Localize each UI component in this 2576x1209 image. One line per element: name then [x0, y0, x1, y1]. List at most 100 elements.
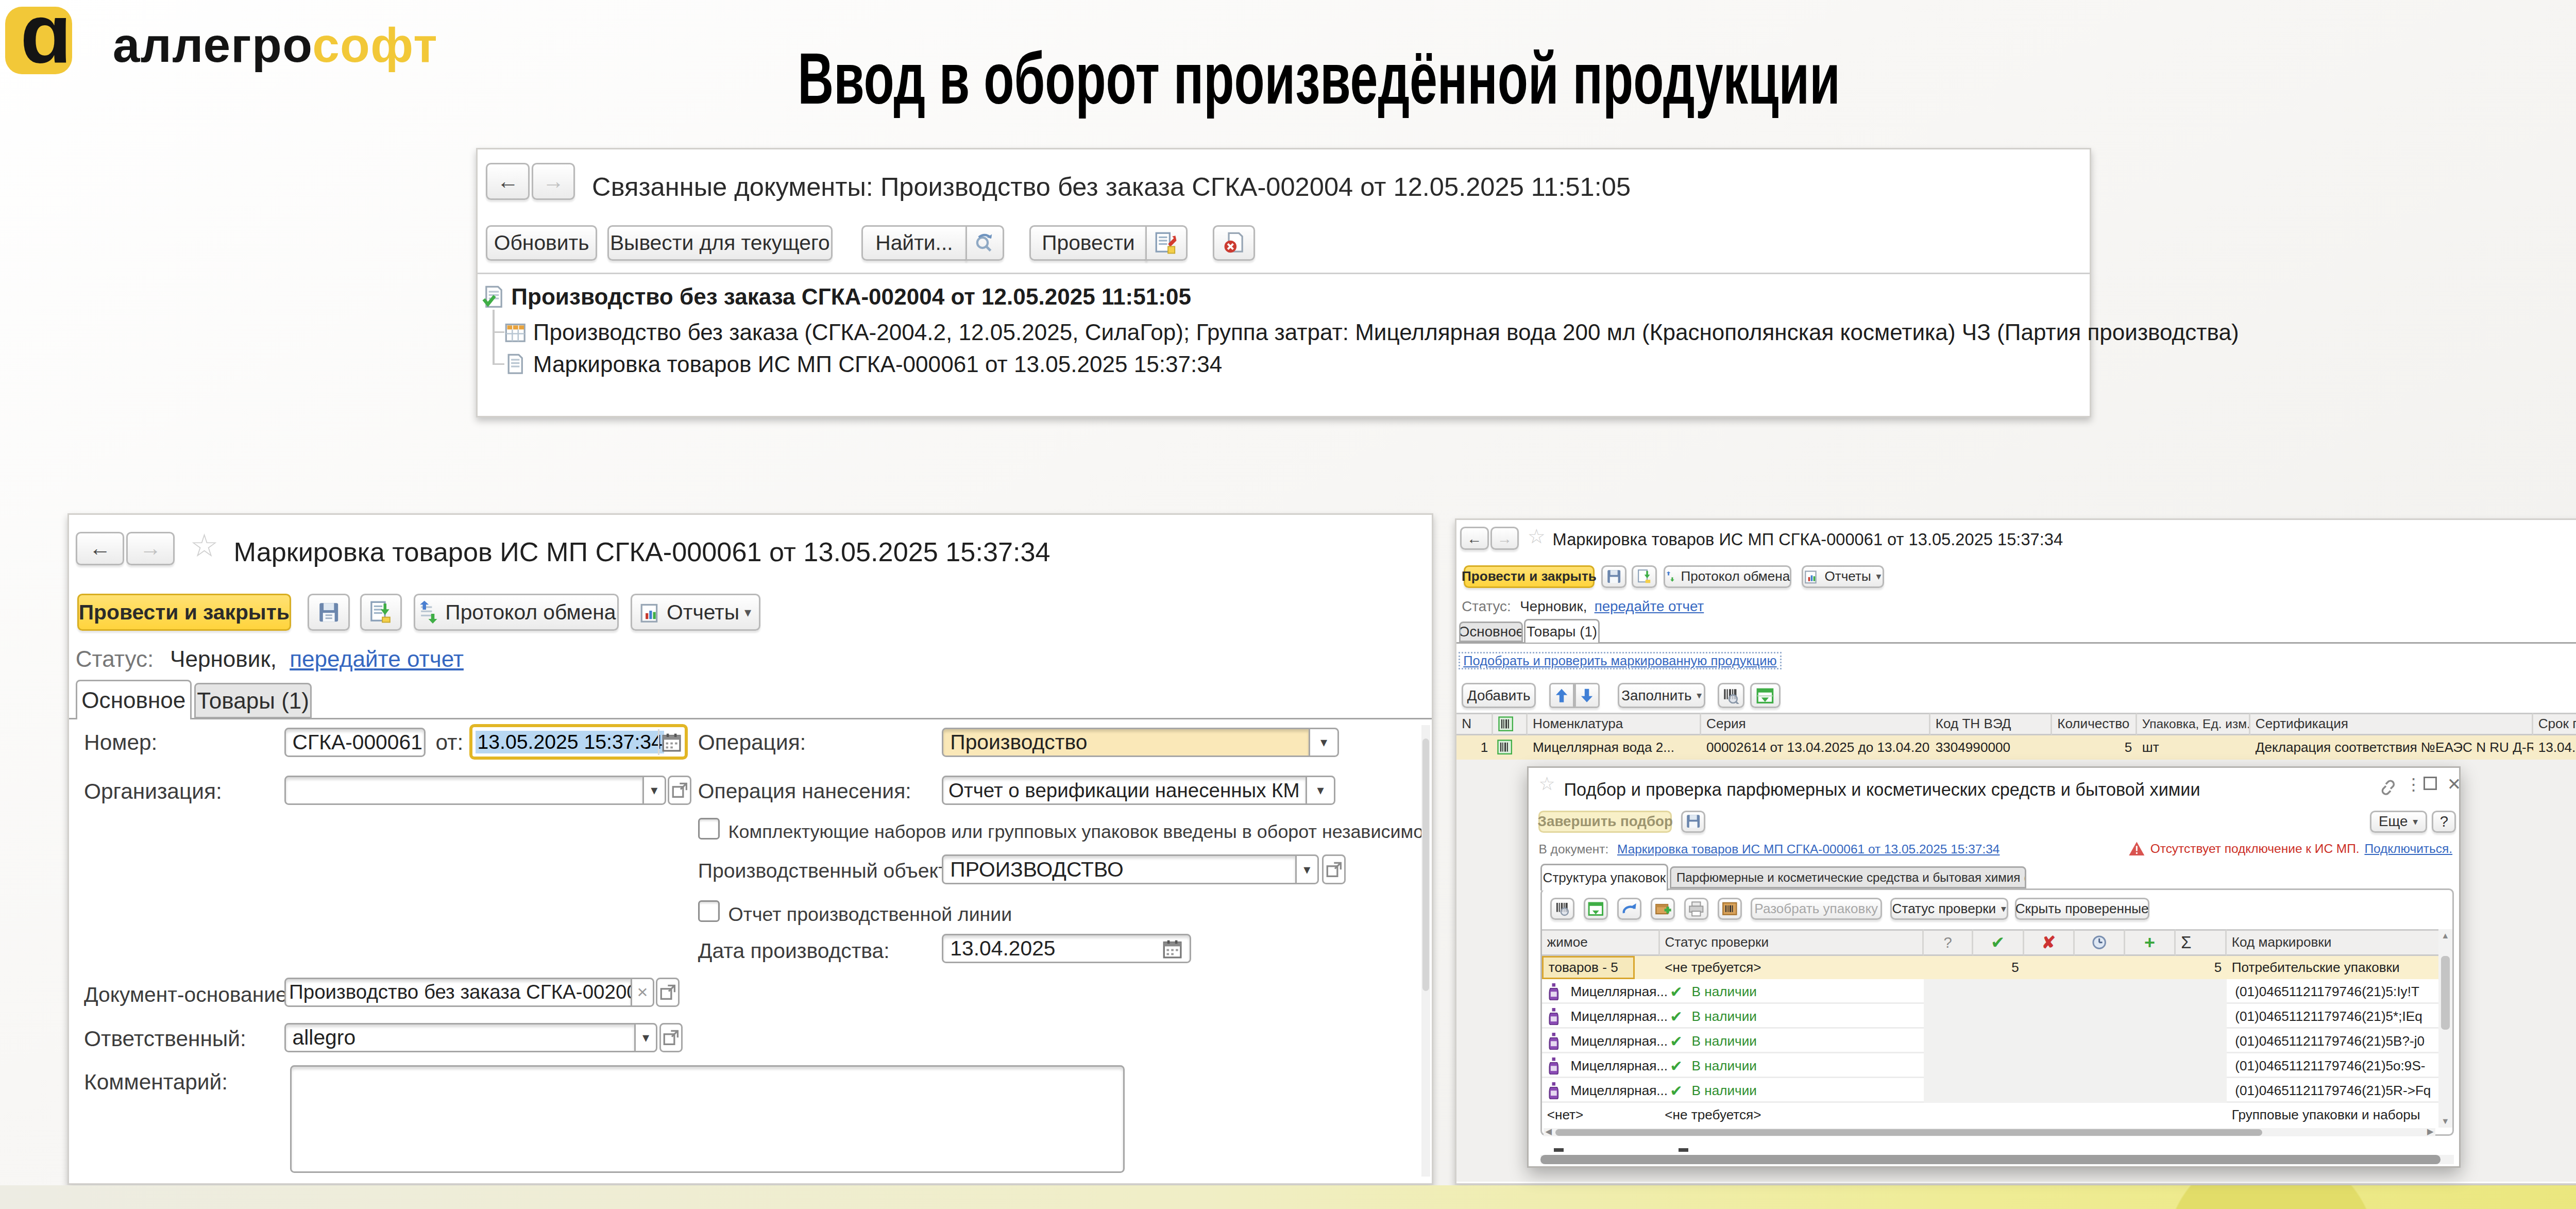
base-document-field[interactable]: Производство без заказа СГКА-002004: [284, 978, 633, 1007]
status-send-report-link[interactable]: передайте отчет: [1595, 598, 1704, 614]
clear-search-button[interactable]: [965, 225, 1004, 261]
forward-button[interactable]: →: [1490, 527, 1519, 550]
doc-link[interactable]: Маркировка товаров ИС МП СГКА-000061 от …: [1617, 842, 2000, 856]
help-button[interactable]: ?: [2432, 811, 2456, 833]
favorite-star-icon[interactable]: ☆: [1528, 525, 1546, 548]
back-button[interactable]: ←: [486, 163, 530, 200]
tree-item-production[interactable]: Производство без заказа (СГКА-2004.2, 12…: [504, 320, 2239, 345]
close-icon[interactable]: ✕: [2447, 775, 2461, 794]
table-horizontal-scrollbar[interactable]: ◀ ▶: [1544, 1128, 2435, 1136]
connect-link[interactable]: Подключиться.: [2364, 842, 2452, 856]
col-icon[interactable]: [1493, 713, 1528, 735]
finish-pick-button[interactable]: Завершить подбор: [1538, 811, 1672, 833]
scroll-down-icon[interactable]: ▼: [2441, 1116, 2449, 1126]
scroll-up-icon[interactable]: ▲: [2441, 931, 2449, 941]
post-and-close-button[interactable]: Провести и закрыть: [1464, 565, 1595, 588]
dialog-vertical-scrollbar[interactable]: ▲ ▼: [2438, 929, 2452, 1128]
dialog-horizontal-scrollbar[interactable]: [1540, 1155, 2454, 1164]
production-object-open-button[interactable]: [1322, 854, 1346, 884]
dialog-product-row[interactable]: Мицеллярная...✔В наличии(01)046511211797…: [1542, 979, 2438, 1004]
comment-field[interactable]: [290, 1065, 1125, 1173]
check-status-button[interactable]: Статус проверки ▾: [1890, 898, 2008, 919]
refresh-button[interactable]: Обновить: [486, 225, 597, 261]
move-down-button[interactable]: [1574, 683, 1600, 708]
fill-table-button[interactable]: [1584, 898, 1608, 919]
save-button[interactable]: [1681, 811, 1705, 833]
post-icon-button[interactable]: [1145, 225, 1188, 261]
post-button[interactable]: Провести: [1029, 225, 1147, 261]
col-unit[interactable]: Упаковка, Ед. изм.: [2137, 713, 2250, 735]
date-field[interactable]: 13.05.2025 15:37:34: [469, 724, 688, 760]
tree-item-marking[interactable]: Маркировка товаров ИС МП СГКА-000061 от …: [504, 351, 1222, 377]
scan-barcode-button[interactable]: [1550, 898, 1574, 919]
apply-operation-dropdown[interactable]: ▾: [1306, 776, 1336, 805]
unpack-button[interactable]: Разобрать упаковку: [1751, 898, 1882, 919]
exchange-protocol-button[interactable]: Протокол обмена: [1664, 565, 1791, 588]
goods-row[interactable]: 1 Мицеллярная вода 2... 00002614 от 13.0…: [1456, 735, 2576, 760]
vertical-scrollbar[interactable]: [1421, 725, 1430, 1177]
more-button[interactable]: Еще ▾: [2370, 811, 2427, 833]
save-button[interactable]: [308, 594, 350, 631]
pick-and-check-link[interactable]: Подобрать и проверить маркированную прод…: [1459, 652, 1782, 669]
back-button[interactable]: ←: [1460, 527, 1489, 550]
calendar-icon[interactable]: [662, 732, 682, 752]
fill-button[interactable]: Заполнить ▾: [1618, 683, 1705, 708]
box-barcode-button[interactable]: [1718, 898, 1742, 919]
group-row[interactable]: товаров - 5 <не требуется> 5 5 Потребите…: [1542, 956, 2438, 979]
maximize-icon[interactable]: [2424, 777, 2437, 790]
col-marking-code[interactable]: Код маркировки: [2227, 929, 2438, 956]
col-check-status[interactable]: Статус проверки: [1660, 929, 1924, 956]
move-up-button[interactable]: [1549, 683, 1574, 708]
base-document-clear[interactable]: ×: [631, 978, 654, 1007]
col-sigma[interactable]: Σ: [2176, 929, 2227, 956]
tree-item-production-doc[interactable]: Производство без заказа СГКА-002004 от 1…: [481, 284, 1191, 310]
print-button[interactable]: [1684, 898, 1708, 919]
col-clock[interactable]: [2075, 929, 2125, 956]
tab-structure[interactable]: Структура упаковок: [1540, 864, 1668, 890]
save-button[interactable]: [1601, 565, 1626, 588]
dialog-product-row[interactable]: Мицеллярная...✔В наличии(01)046511211797…: [1542, 1004, 2438, 1029]
responsible-field[interactable]: allegro: [284, 1023, 636, 1052]
status-send-report-link[interactable]: передайте отчет: [290, 646, 464, 671]
col-cross[interactable]: ✘: [2024, 929, 2075, 956]
footer-row[interactable]: <нет> <не требуется> Групповые упаковки …: [1542, 1103, 2438, 1127]
col-check[interactable]: ✔: [1973, 929, 2024, 956]
post-and-close-button[interactable]: Провести и закрыть: [77, 594, 291, 631]
organization-open-button[interactable]: [668, 776, 691, 805]
apply-operation-field[interactable]: Отчет о верификации нанесенных КМ: [942, 776, 1307, 805]
add-button[interactable]: Добавить: [1462, 683, 1536, 708]
tab-goods[interactable]: Товары (1): [194, 683, 312, 718]
reports-button[interactable]: Отчеты ▾: [1802, 565, 1884, 588]
favorite-star-icon[interactable]: ☆: [1538, 773, 1555, 795]
production-line-checkbox[interactable]: [698, 900, 720, 922]
scan-barcode-button[interactable]: [1718, 683, 1744, 708]
production-object-field[interactable]: ПРОИЗВОДСТВО: [942, 854, 1297, 884]
dialog-product-row[interactable]: Мицеллярная...✔В наличии(01)046511211797…: [1542, 1053, 2438, 1078]
hide-checked-button[interactable]: Скрыть проверенные: [2015, 898, 2149, 919]
production-date-field[interactable]: 13.04.2025: [942, 934, 1191, 963]
unpost-icon-button[interactable]: [1213, 225, 1255, 261]
col-plus[interactable]: +: [2125, 929, 2176, 956]
fill-table-button[interactable]: [1750, 683, 1781, 708]
print-current-button[interactable]: Вывести для текущего: [607, 225, 833, 261]
col-nomenclature[interactable]: Номенклатура: [1528, 713, 1701, 735]
responsible-dropdown[interactable]: ▾: [634, 1023, 658, 1052]
col-series[interactable]: Серия: [1701, 713, 1930, 735]
favorite-star-icon[interactable]: ☆: [190, 527, 219, 564]
refresh-check-button[interactable]: [1617, 898, 1641, 919]
base-document-open-button[interactable]: [656, 978, 680, 1007]
scroll-right-icon[interactable]: ▶: [2427, 1127, 2434, 1136]
col-tnved[interactable]: Код ТН ВЭД: [1930, 713, 2052, 735]
operation-field[interactable]: Производство: [942, 728, 1310, 757]
col-qty[interactable]: Количество: [2052, 713, 2137, 735]
reports-button[interactable]: Отчеты ▾: [631, 594, 760, 631]
col-question[interactable]: ?: [1924, 929, 1973, 956]
col-cert[interactable]: Сертификация: [2250, 713, 2533, 735]
scroll-left-icon[interactable]: ◀: [1546, 1127, 1552, 1136]
dialog-product-row[interactable]: Мицеллярная...✔В наличии(01)046511211797…: [1542, 1078, 2438, 1103]
col-n[interactable]: N: [1456, 713, 1493, 735]
responsible-open-button[interactable]: [659, 1023, 683, 1052]
components-checkbox[interactable]: [698, 818, 720, 839]
add-box-button[interactable]: [1651, 898, 1675, 919]
create-based-button[interactable]: [360, 594, 402, 631]
